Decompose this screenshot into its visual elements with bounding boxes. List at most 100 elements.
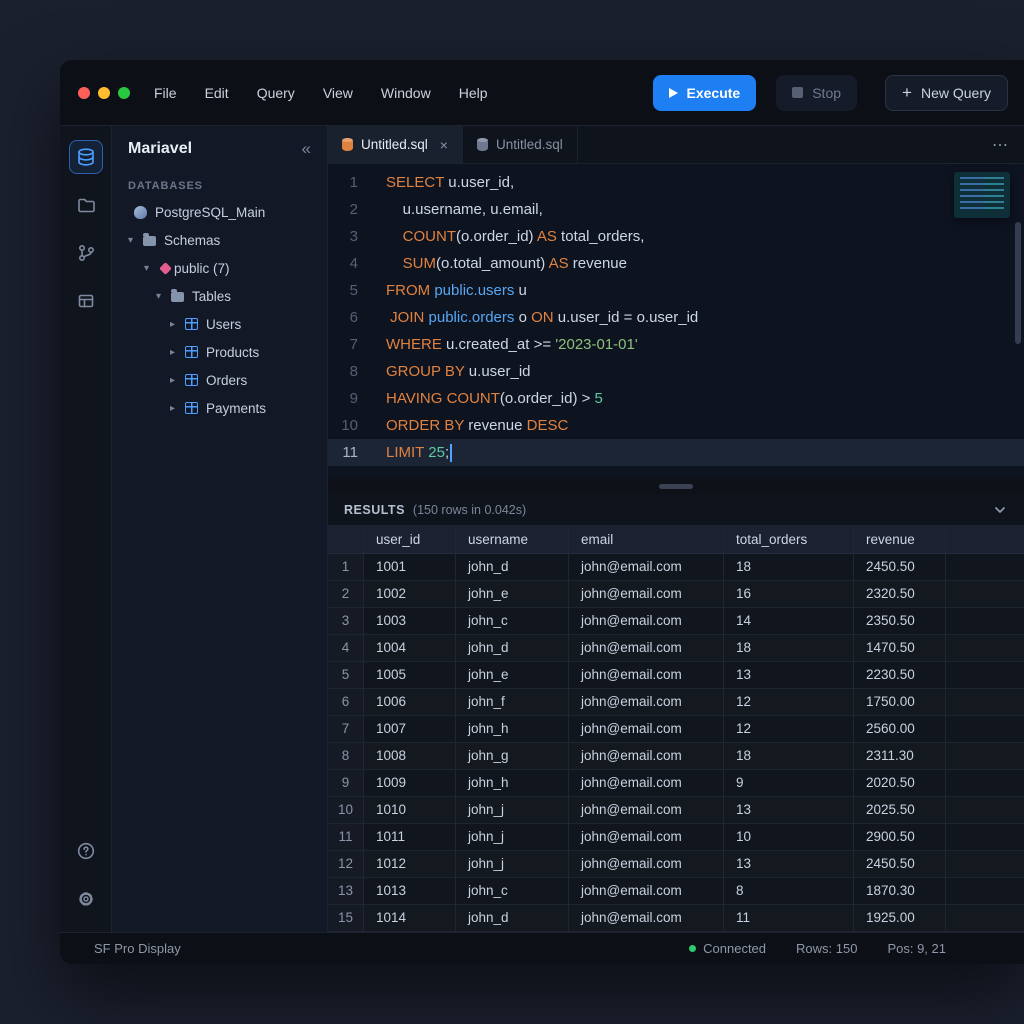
menu-query[interactable]: Query [257,85,295,101]
result-row[interactable]: 101010john_jjohn@email.com132025.50 [328,797,1024,824]
menu-help[interactable]: Help [459,85,488,101]
cell-revenue: 1870.30 [854,878,946,904]
tree-item-public-7[interactable]: ▾public (7) [112,254,327,282]
result-row[interactable]: 41004john_djohn@email.com181470.50 [328,635,1024,662]
result-row[interactable]: 91009john_hjohn@email.com92020.50 [328,770,1024,797]
tree-item-products[interactable]: ▸Products [112,338,327,366]
menu-window[interactable]: Window [381,85,431,101]
tree-item-tables[interactable]: ▾Tables [112,282,327,310]
result-row[interactable]: 51005john_ejohn@email.com132230.50 [328,662,1024,689]
row-number: 6 [328,689,364,715]
result-row[interactable]: 121012john_jjohn@email.com132450.50 [328,851,1024,878]
column-header-email[interactable]: email [569,526,724,553]
stop-icon [792,87,803,98]
cell-total_orders: 10 [724,824,854,850]
execute-button[interactable]: Execute [653,75,757,111]
editor-scrollbar-thumb[interactable] [1015,222,1021,344]
editor-tab[interactable]: Untitled.sql [463,126,578,163]
tree-item-schemas[interactable]: ▾Schemas [112,226,327,254]
rail-settings-button[interactable] [69,882,103,916]
rail-export-button[interactable] [69,284,103,318]
folder-icon [143,236,156,246]
rail-branch-button[interactable] [69,236,103,270]
cell-total_orders: 16 [724,581,854,607]
result-row[interactable]: 151014john_djohn@email.com111925.00 [328,905,1024,932]
tree-item-orders[interactable]: ▸Orders [112,366,327,394]
cell-revenue: 2230.50 [854,662,946,688]
results-header[interactable]: RESULTS (150 rows in 0.042s) [328,494,1024,526]
cell-user_id: 1005 [364,662,456,688]
cell-email: john@email.com [569,662,724,688]
chevron-down-icon[interactable]: ▾ [156,291,171,302]
new-query-button[interactable]: New Query [885,75,1008,111]
close-window-button[interactable] [78,87,90,99]
chevron-right-icon[interactable]: ▸ [170,347,185,358]
column-header-revenue[interactable]: revenue [854,526,946,553]
code-text: WHERE u.created_at >= '2023-01-01' [374,331,638,358]
column-header-total_orders[interactable]: total_orders [724,526,854,553]
result-row[interactable]: 11001john_djohn@email.com182450.50 [328,554,1024,581]
chevron-down-icon[interactable]: ▾ [128,235,143,246]
editor-line[interactable]: 8GROUP BY u.user_id [328,358,1024,385]
close-icon[interactable] [440,137,448,153]
table-icon [185,346,198,358]
menu-file[interactable]: File [154,85,177,101]
line-number: 9 [328,385,374,412]
panel-resize-handle[interactable] [659,484,693,489]
editor-line[interactable]: 1SELECT u.user_id, [328,169,1024,196]
help-icon [76,841,96,861]
collapse-sidebar-icon[interactable] [302,139,311,159]
rail-files-button[interactable] [69,188,103,222]
chevron-right-icon[interactable]: ▸ [170,375,185,386]
result-row[interactable]: 111011john_jjohn@email.com102900.50 [328,824,1024,851]
result-row[interactable]: 131013john_cjohn@email.com81870.30 [328,878,1024,905]
tree-item-users[interactable]: ▸Users [112,310,327,338]
result-row[interactable]: 61006john_fjohn@email.com121750.00 [328,689,1024,716]
zoom-window-button[interactable] [118,87,130,99]
result-row[interactable]: 31003john_cjohn@email.com142350.50 [328,608,1024,635]
cell-filler [946,689,1024,715]
chevron-right-icon[interactable]: ▸ [170,319,185,330]
cell-filler [946,608,1024,634]
cell-email: john@email.com [569,878,724,904]
editor-line[interactable]: 9HAVING COUNT(o.order_id) > 5 [328,385,1024,412]
line-number: 10 [328,412,374,439]
cell-user_id: 1001 [364,554,456,580]
tree-item-postgresql-main[interactable]: PostgreSQL_Main [112,198,327,226]
result-row[interactable]: 81008john_gjohn@email.com182311.30 [328,743,1024,770]
more-options-icon[interactable] [976,126,1024,163]
code-text: COUNT(o.order_id) AS total_orders, [374,223,644,250]
editor-line[interactable]: 3 COUNT(o.order_id) AS total_orders, [328,223,1024,250]
editor-line[interactable]: 5FROM public.users u [328,277,1024,304]
result-row[interactable]: 21002john_ejohn@email.com162320.50 [328,581,1024,608]
editor-tab[interactable]: Untitled.sql [328,126,463,163]
column-header-user_id[interactable]: user_id [364,526,456,553]
code-text: LIMIT 25; [374,439,452,466]
cell-filler [946,824,1024,850]
code-text: HAVING COUNT(o.order_id) > 5 [374,385,603,412]
chevron-down-icon[interactable] [992,502,1008,518]
cell-username: john_e [456,581,569,607]
cell-email: john@email.com [569,770,724,796]
cell-username: john_d [456,905,569,931]
editor-line[interactable]: 11LIMIT 25; [328,439,1024,466]
menu-view[interactable]: View [323,85,353,101]
editor-line[interactable]: 4 SUM(o.total_amount) AS revenue [328,250,1024,277]
editor-line[interactable]: 10ORDER BY revenue DESC [328,412,1024,439]
menu-edit[interactable]: Edit [205,85,229,101]
rail-databases-button[interactable] [69,140,103,174]
column-header-username[interactable]: username [456,526,569,553]
cell-filler [946,878,1024,904]
stop-button[interactable]: Stop [776,75,857,111]
rail-help-button[interactable] [69,834,103,868]
editor-line[interactable]: 6 JOIN public.orders o ON u.user_id = o.… [328,304,1024,331]
editor-line[interactable]: 2 u.username, u.email, [328,196,1024,223]
tree-item-payments[interactable]: ▸Payments [112,394,327,422]
chevron-down-icon[interactable]: ▾ [144,263,159,274]
editor-line[interactable]: 7WHERE u.created_at >= '2023-01-01' [328,331,1024,358]
minimize-window-button[interactable] [98,87,110,99]
code-text: SUM(o.total_amount) AS revenue [374,250,627,277]
chevron-right-icon[interactable]: ▸ [170,403,185,414]
result-row[interactable]: 71007john_hjohn@email.com122560.00 [328,716,1024,743]
minimap[interactable] [954,172,1010,218]
